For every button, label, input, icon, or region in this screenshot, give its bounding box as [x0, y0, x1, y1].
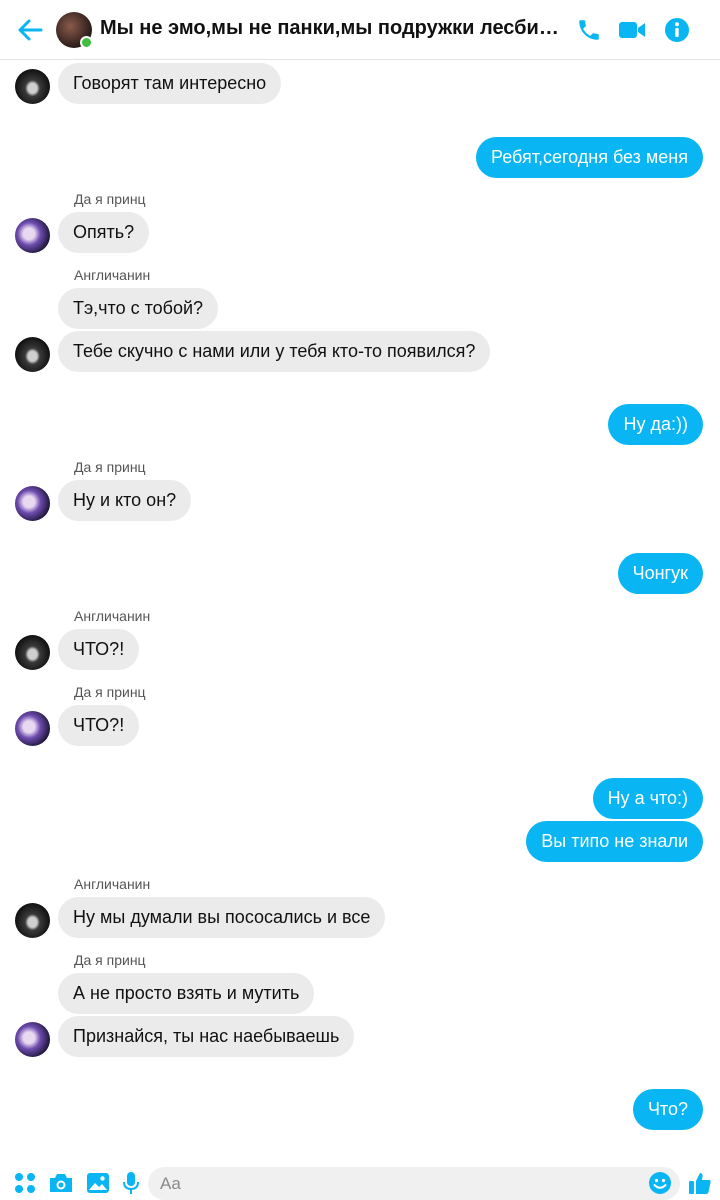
message-composer: [0, 1165, 720, 1200]
incoming-message[interactable]: Тебе скучно с нами или у тебя кто-то поя…: [58, 331, 491, 372]
incoming-message[interactable]: Признайся, ты нас наебываешь: [58, 1016, 355, 1057]
incoming-message[interactable]: Опять?: [58, 212, 150, 253]
emoji-button[interactable]: [647, 1171, 673, 1195]
avatar[interactable]: [15, 903, 50, 938]
video-call-button[interactable]: [616, 14, 648, 46]
smiley-icon: [649, 1172, 671, 1194]
sender-name: Да я принц: [74, 684, 146, 700]
outgoing-message[interactable]: Ребят,сегодня без меня: [476, 137, 703, 178]
sender-name: Англичанин: [74, 267, 151, 283]
voice-message-button[interactable]: [118, 1171, 144, 1195]
gallery-button[interactable]: [85, 1171, 111, 1195]
voice-call-button[interactable]: [573, 14, 605, 46]
thumbs-up-icon: [689, 1173, 711, 1194]
avatar[interactable]: [15, 69, 50, 104]
incoming-message[interactable]: Ну и кто он?: [58, 480, 192, 521]
phone-icon: [579, 20, 599, 40]
camera-button[interactable]: [48, 1171, 74, 1195]
message-input[interactable]: [148, 1167, 680, 1200]
outgoing-message[interactable]: Что?: [632, 1089, 703, 1130]
sender-name: Англичанин: [74, 876, 151, 892]
info-icon: [665, 18, 689, 42]
apps-button[interactable]: [12, 1171, 38, 1195]
conversation-title[interactable]: Мы не эмо,мы не панки,мы подружки лесбия…: [100, 17, 570, 40]
incoming-message[interactable]: Говорят там интересно: [58, 63, 282, 104]
sender-name: Да я принц: [74, 952, 146, 968]
avatar[interactable]: [15, 486, 50, 521]
message-list[interactable]: Говорят там интересно Ребят,сегодня без …: [0, 61, 720, 1165]
outgoing-message[interactable]: Ну а что:): [592, 778, 703, 819]
arrow-left-icon: [18, 19, 43, 41]
online-status-dot: [80, 36, 93, 49]
outgoing-message[interactable]: Ну да:)): [608, 404, 703, 445]
incoming-message[interactable]: А не просто взять и мутить: [58, 973, 315, 1014]
like-button[interactable]: [687, 1171, 713, 1195]
sender-name: Да я принц: [74, 191, 146, 207]
incoming-message[interactable]: ЧТО?!: [58, 629, 140, 670]
avatar[interactable]: [15, 337, 50, 372]
image-icon: [87, 1173, 109, 1193]
back-button[interactable]: [14, 14, 46, 46]
incoming-message[interactable]: Тэ,что с тобой?: [58, 288, 219, 329]
incoming-message[interactable]: Ну мы думали вы пососались и все: [58, 897, 386, 938]
outgoing-message[interactable]: Вы типо не знали: [526, 821, 703, 862]
avatar[interactable]: [15, 711, 50, 746]
avatar[interactable]: [15, 1022, 50, 1057]
conversation-info-button[interactable]: [661, 14, 693, 46]
sender-name: Англичанин: [74, 608, 151, 624]
sender-name: Да я принц: [74, 459, 146, 475]
camera-icon: [50, 1174, 72, 1192]
avatar[interactable]: [15, 218, 50, 253]
outgoing-message[interactable]: Чонгук: [617, 553, 703, 594]
incoming-message[interactable]: ЧТО?!: [58, 705, 140, 746]
microphone-icon: [123, 1172, 139, 1194]
conversation-header: Мы не эмо,мы не панки,мы подружки лесбия…: [0, 0, 720, 60]
grid-icon: [15, 1173, 35, 1193]
video-camera-icon: [619, 22, 645, 38]
avatar[interactable]: [15, 635, 50, 670]
